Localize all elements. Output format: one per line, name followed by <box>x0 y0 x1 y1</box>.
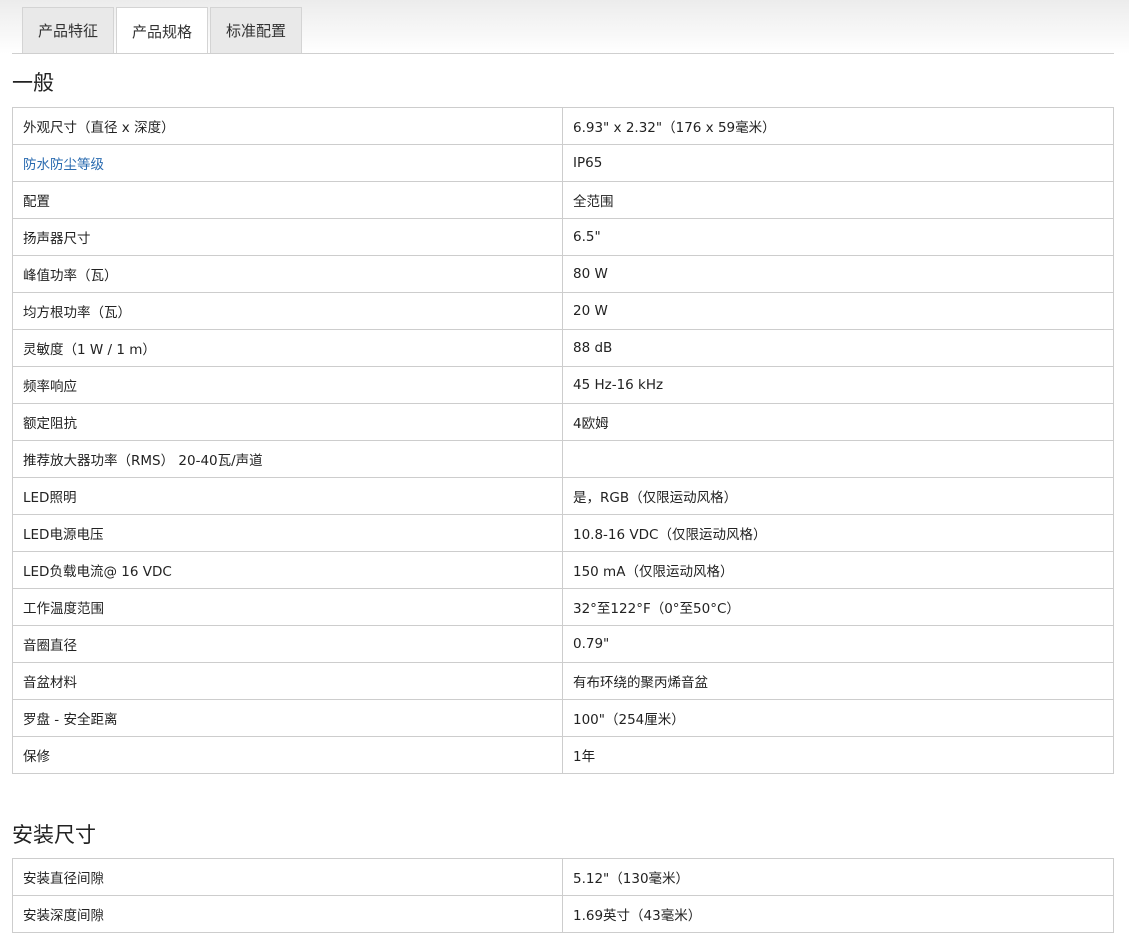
tab-specifications[interactable]: 产品规格 <box>116 7 209 54</box>
spec-value: 150 mA（仅限运动风格） <box>562 551 1114 589</box>
spec-value: 6.93" x 2.32"（176 x 59毫米） <box>562 107 1114 145</box>
spec-label: 音盆材料 <box>12 662 563 700</box>
table-row: 峰值功率（瓦） 80 W <box>12 255 1114 293</box>
spec-label: 额定阻抗 <box>12 403 563 441</box>
table-row: 频率响应 45 Hz-16 kHz <box>12 366 1114 404</box>
spec-label: LED电源电压 <box>12 514 563 552</box>
spec-label: LED负载电流@ 16 VDC <box>12 551 563 589</box>
spec-value <box>562 440 1114 478</box>
tab-standard-config[interactable]: 标准配置 <box>210 7 303 53</box>
table-row: 音圈直径 0.79" <box>12 625 1114 663</box>
table-row: 安装直径间隙 5.12"（130毫米） <box>12 858 1114 896</box>
table-row: 均方根功率（瓦） 20 W <box>12 292 1114 330</box>
spec-label: 音圈直径 <box>12 625 563 663</box>
spec-value: 6.5" <box>562 218 1114 256</box>
spec-value: 5.12"（130毫米） <box>562 858 1114 896</box>
spec-value: 88 dB <box>562 329 1114 367</box>
table-row: 扬声器尺寸 6.5" <box>12 218 1114 256</box>
spec-value: 是，RGB（仅限运动风格） <box>562 477 1114 515</box>
spec-label: 推荐放大器功率（RMS） 20-40瓦/声道 <box>12 440 563 478</box>
section-title-general: 一般 <box>12 71 54 95</box>
table-row: 灵敏度（1 W / 1 m） 88 dB <box>12 329 1114 367</box>
tab-bar: 产品特征 产品规格 标准配置 <box>22 7 303 54</box>
spec-value: 4欧姆 <box>562 403 1114 441</box>
spec-label: 配置 <box>12 181 563 219</box>
tab-divider <box>12 53 1114 54</box>
spec-label: 均方根功率（瓦） <box>12 292 563 330</box>
spec-value: 32°至122°F（0°至50°C） <box>562 588 1114 626</box>
spec-value: 80 W <box>562 255 1114 293</box>
table-row: 保修 1年 <box>12 736 1114 774</box>
spec-value: 0.79" <box>562 625 1114 663</box>
spec-label: 安装直径间隙 <box>12 858 563 896</box>
table-row: 外观尺寸（直径 x 深度） 6.93" x 2.32"（176 x 59毫米） <box>12 107 1114 145</box>
table-row: 工作温度范围 32°至122°F（0°至50°C） <box>12 588 1114 626</box>
spec-value: 10.8-16 VDC（仅限运动风格） <box>562 514 1114 552</box>
spec-label: 灵敏度（1 W / 1 m） <box>12 329 563 367</box>
table-row: 额定阻抗 4欧姆 <box>12 403 1114 441</box>
spec-label: 扬声器尺寸 <box>12 218 563 256</box>
spec-value: 45 Hz-16 kHz <box>562 366 1114 404</box>
spec-label: 罗盘 - 安全距离 <box>12 699 563 737</box>
spec-value: 有布环绕的聚丙烯音盆 <box>562 662 1114 700</box>
table-row: 推荐放大器功率（RMS） 20-40瓦/声道 <box>12 440 1114 478</box>
spec-label-link[interactable]: 防水防尘等级 <box>12 144 563 182</box>
spec-label: 峰值功率（瓦） <box>12 255 563 293</box>
table-row: LED负载电流@ 16 VDC 150 mA（仅限运动风格） <box>12 551 1114 589</box>
spec-value: 全范围 <box>562 181 1114 219</box>
table-row: LED照明 是，RGB（仅限运动风格） <box>12 477 1114 515</box>
table-row: 防水防尘等级 IP65 <box>12 144 1114 182</box>
spec-label: 外观尺寸（直径 x 深度） <box>12 107 563 145</box>
table-row: 音盆材料 有布环绕的聚丙烯音盆 <box>12 662 1114 700</box>
spec-value: 20 W <box>562 292 1114 330</box>
spec-value: 1年 <box>562 736 1114 774</box>
spec-value: 100"（254厘米） <box>562 699 1114 737</box>
spec-label: 频率响应 <box>12 366 563 404</box>
spec-label: 工作温度范围 <box>12 588 563 626</box>
spec-value: 1.69英寸（43毫米） <box>562 895 1114 933</box>
spec-label: 保修 <box>12 736 563 774</box>
table-row: 配置 全范围 <box>12 181 1114 219</box>
table-row: LED电源电压 10.8-16 VDC（仅限运动风格） <box>12 514 1114 552</box>
tab-features[interactable]: 产品特征 <box>22 7 115 53</box>
table-row: 安装深度间隙 1.69英寸（43毫米） <box>12 895 1114 933</box>
spec-label: LED照明 <box>12 477 563 515</box>
table-row: 罗盘 - 安全距离 100"（254厘米） <box>12 699 1114 737</box>
mounting-spec-table: 安装直径间隙 5.12"（130毫米） 安装深度间隙 1.69英寸（43毫米） <box>12 858 1114 933</box>
spec-value: IP65 <box>562 144 1114 182</box>
spec-label: 安装深度间隙 <box>12 895 563 933</box>
section-title-mounting: 安装尺寸 <box>12 823 96 847</box>
general-spec-table: 外观尺寸（直径 x 深度） 6.93" x 2.32"（176 x 59毫米） … <box>12 107 1114 774</box>
